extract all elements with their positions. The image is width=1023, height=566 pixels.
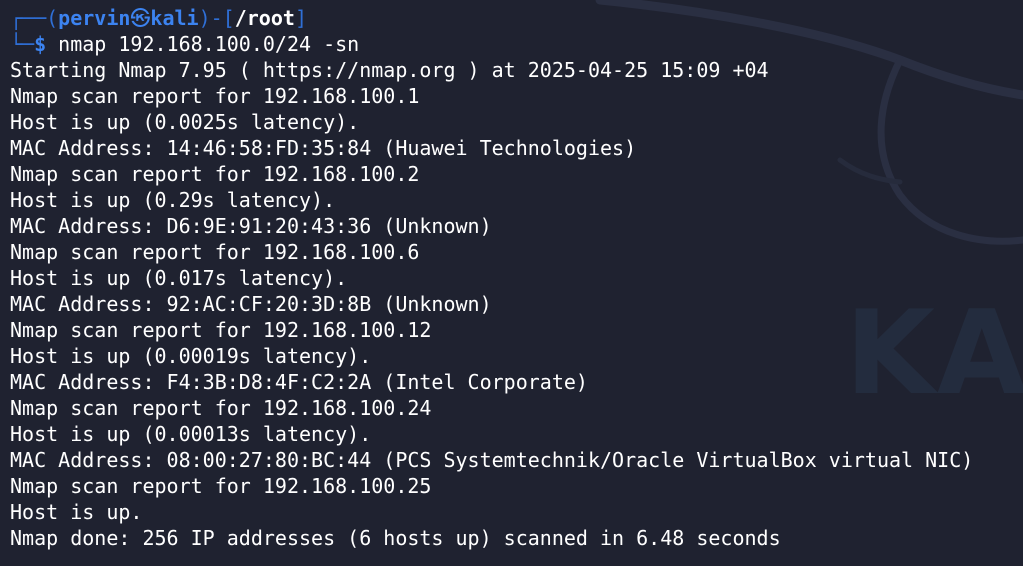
prompt-frame-top: ┌──( [10,6,59,30]
prompt-user: pervin [58,6,131,30]
output-line: Host is up (0.00019s latency). [10,344,372,368]
command-text: nmap 192.168.100.0/24 -sn [46,32,360,56]
terminal-output: ┌──(pervin㉿kali)-[/root] └─$ nmap 192.16… [10,5,1015,551]
prompt-frame-mid: )-[ [198,6,235,30]
output-line: Nmap scan report for 192.168.100.25 [10,474,432,498]
output-line: Host is up (0.29s latency). [10,188,336,212]
output-line: Host is up (0.00013s latency). [10,422,372,446]
output-line: MAC Address: 14:46:58:FD:35:84 (Huawei T… [10,136,637,160]
output-line: MAC Address: F4:3B:D8:4F:C2:2A (Intel Co… [10,370,588,394]
output-line: Starting Nmap 7.95 ( https://nmap.org ) … [10,58,769,82]
output-line: Nmap scan report for 192.168.100.6 [10,240,420,264]
prompt-line-top: ┌──(pervin㉿kali)-[/root] [10,5,1015,31]
prompt-line-command: └─$ nmap 192.168.100.0/24 -sn [10,31,1015,57]
output-line: Host is up. [10,500,143,524]
output-line: MAC Address: D6:9E:91:20:43:36 (Unknown) [10,214,492,238]
output-line: Host is up (0.017s latency). [10,266,348,290]
output-line: MAC Address: 92:AC:CF:20:3D:8B (Unknown) [10,292,492,316]
output-line: Nmap done: 256 IP addresses (6 hosts up)… [10,526,781,550]
prompt-frame-bottom: └─ [10,32,35,56]
prompt-path: /root [234,6,295,30]
output-line: Nmap scan report for 192.168.100.2 [10,162,420,186]
prompt-host: kali [150,6,199,30]
prompt-frame-close: ] [294,6,307,30]
prompt-dollar: $ [34,32,47,56]
skull-icon: ㉿ [130,6,151,30]
output-line: Nmap scan report for 192.168.100.1 [10,84,420,108]
output-line: Nmap scan report for 192.168.100.12 [10,318,432,342]
output-line: Nmap scan report for 192.168.100.24 [10,396,432,420]
terminal-window[interactable]: KALI ┌──(pervin㉿kali)-[/root] └─$ nmap 1… [0,0,1023,566]
output-line: Host is up (0.0025s latency). [10,110,360,134]
output-line: MAC Address: 08:00:27:80:BC:44 (PCS Syst… [10,448,974,472]
